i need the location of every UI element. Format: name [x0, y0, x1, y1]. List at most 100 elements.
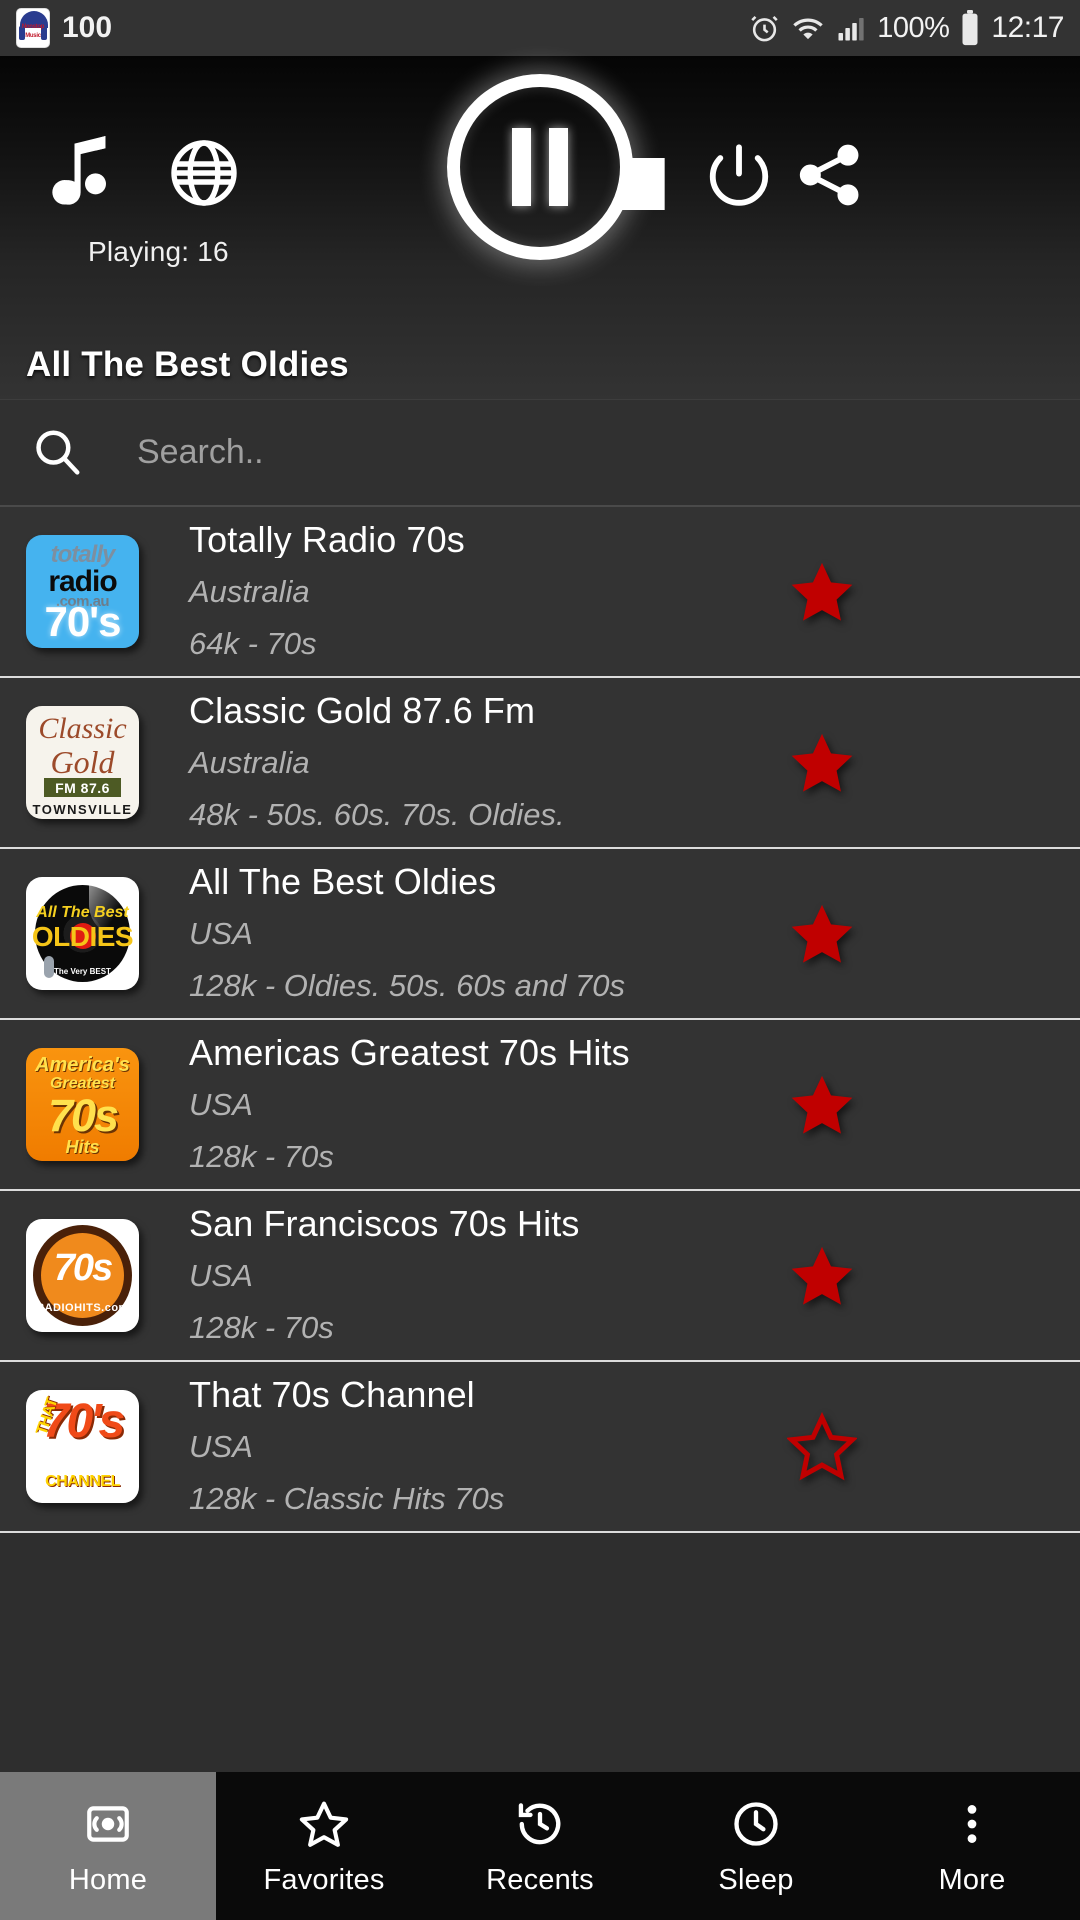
search-icon: [30, 426, 92, 480]
logo-text: CHANNEL: [45, 1473, 120, 1490]
station-row[interactable]: All The Best OLDIES The Very BEST All Th…: [0, 849, 1080, 1020]
station-row[interactable]: America's Greatest 70s Hits Americas Gre…: [0, 1020, 1080, 1191]
cellular-signal-icon: [836, 13, 866, 43]
pause-button[interactable]: [447, 74, 633, 260]
alarm-icon: [749, 13, 780, 44]
station-row[interactable]: Classic Gold FM 87.6 TOWNSVILLE Classic …: [0, 678, 1080, 849]
logo-text: 70's: [44, 598, 121, 645]
search-bar[interactable]: [0, 399, 1080, 507]
favorite-star-icon[interactable]: [787, 1241, 857, 1311]
favorite-star-icon[interactable]: [787, 728, 857, 798]
station-row[interactable]: totally radio .com.au 70's Totally Radio…: [0, 507, 1080, 678]
favorite-star-icon[interactable]: [787, 557, 857, 627]
station-logo: All The Best OLDIES The Very BEST: [26, 877, 139, 990]
station-info: 64k - 70s: [189, 626, 317, 662]
nav-item-label: Recents: [486, 1863, 594, 1896]
app-icon-line2: Music: [25, 33, 41, 39]
favorite-star-icon[interactable]: [786, 1411, 858, 1482]
logo-text: America's: [35, 1054, 130, 1076]
logo-text: 70s: [47, 1090, 119, 1141]
status-bar-left: Nonstop Music 100: [16, 8, 112, 48]
now-playing-title: All The Best Oldies: [26, 345, 349, 384]
station-info: 128k - Oldies. 50s. 60s and 70s: [189, 968, 625, 1004]
station-meta: Classic Gold 87.6 Fm Australia 48k - 50s…: [189, 692, 1080, 834]
globe-icon[interactable]: [165, 134, 243, 212]
station-info: 128k - 70s: [189, 1310, 334, 1346]
station-country: USA: [189, 1258, 253, 1294]
history-icon: [514, 1796, 566, 1852]
station-meta: All The Best Oldies USA 128k - Oldies. 5…: [189, 863, 1080, 1005]
logo-text: All The Best: [36, 904, 129, 921]
station-name: Totally Radio 70s: [189, 520, 465, 559]
pause-icon: [512, 128, 568, 206]
logo-text: The Very BEST: [54, 967, 111, 976]
station-row[interactable]: 70s RADIOHITS.com San Franciscos 70s Hit…: [0, 1191, 1080, 1362]
app-icon-line1: Nonstop: [21, 24, 45, 30]
nav-item-sleep[interactable]: Sleep: [648, 1772, 864, 1920]
logo-text: RADIOHITS.com: [36, 1302, 129, 1314]
nav-item-label: More: [938, 1863, 1006, 1896]
nonstop-music-app-icon: Nonstop Music: [16, 8, 50, 48]
station-info: 48k - 50s. 60s. 70s. Oldies.: [189, 797, 565, 833]
logo-text: FM 87.6: [44, 778, 121, 797]
clock-icon: [730, 1796, 782, 1852]
station-row[interactable]: 70's THAT CHANNEL That 70s Channel USA 1…: [0, 1362, 1080, 1533]
nav-item-label: Sleep: [718, 1863, 794, 1896]
battery-percent-label: 100%: [877, 11, 950, 44]
logo-text: TOWNSVILLE: [32, 802, 133, 817]
station-country: Australia: [189, 574, 310, 610]
battery-full-icon: [960, 10, 980, 46]
clock-time: 12:17: [991, 11, 1064, 44]
station-meta: San Franciscos 70s Hits USA 128k - 70s: [189, 1205, 1080, 1347]
nav-item-home[interactable]: Home: [0, 1772, 216, 1920]
station-logo: 70's THAT CHANNEL: [26, 1390, 139, 1503]
logo-text: 70s: [53, 1247, 113, 1289]
power-icon: [704, 140, 774, 215]
nav-item-more[interactable]: More: [864, 1772, 1080, 1920]
music-note-icon[interactable]: [45, 131, 125, 211]
station-country: Australia: [189, 745, 310, 781]
station-logo: totally radio .com.au 70's: [26, 535, 139, 648]
stop-icon: [617, 155, 669, 218]
station-meta: Totally Radio 70s Australia 64k - 70s: [189, 521, 1080, 663]
station-country: USA: [189, 1087, 253, 1123]
logo-text: Gold: [50, 744, 115, 780]
station-country: USA: [189, 916, 253, 952]
nav-item-favorites[interactable]: Favorites: [216, 1772, 432, 1920]
wifi-icon: [791, 13, 825, 43]
search-input[interactable]: [92, 433, 1080, 472]
bottom-navigation: Home Favorites Recents Sleep More: [0, 1772, 1080, 1920]
status-bar: Nonstop Music 100 100% 12:17: [0, 0, 1080, 56]
station-list: totally radio .com.au 70's Totally Radio…: [0, 507, 1080, 1533]
station-info: 128k - Classic Hits 70s: [189, 1481, 505, 1517]
station-name: That 70s Channel: [189, 1375, 475, 1414]
more-vertical-icon: [947, 1796, 997, 1852]
station-logo: America's Greatest 70s Hits: [26, 1048, 139, 1161]
station-name: Americas Greatest 70s Hits: [189, 1033, 630, 1072]
station-info: 128k - 70s: [189, 1139, 334, 1175]
station-meta: That 70s Channel USA 128k - Classic Hits…: [189, 1376, 1080, 1518]
share-button[interactable]: [790, 138, 868, 216]
favorite-star-icon[interactable]: [787, 899, 857, 969]
notification-count: 100: [62, 11, 113, 44]
player-controls-bar: Playing: 16: [0, 56, 1080, 331]
favorite-star-icon[interactable]: [787, 1070, 857, 1140]
star-outline-icon: [298, 1796, 350, 1852]
logo-text: Hits: [65, 1137, 100, 1157]
share-icon: [794, 140, 864, 215]
station-country: USA: [189, 1429, 253, 1465]
power-button[interactable]: [700, 138, 778, 216]
logo-text: OLDIES: [31, 921, 134, 952]
logo-text: Classic: [38, 712, 127, 745]
nav-item-label: Favorites: [263, 1863, 385, 1896]
nav-item-recents[interactable]: Recents: [432, 1772, 648, 1920]
nav-item-label: Home: [68, 1863, 148, 1896]
station-logo: Classic Gold FM 87.6 TOWNSVILLE: [26, 706, 139, 819]
now-playing-bar: All The Best Oldies: [0, 331, 1080, 399]
playing-count-label: Playing: 16: [88, 236, 229, 267]
station-name: Classic Gold 87.6 Fm: [189, 691, 536, 730]
stop-button[interactable]: [608, 151, 678, 221]
status-bar-right: 100% 12:17: [749, 10, 1064, 46]
station-name: All The Best Oldies: [189, 862, 497, 901]
station-logo: 70s RADIOHITS.com: [26, 1219, 139, 1332]
